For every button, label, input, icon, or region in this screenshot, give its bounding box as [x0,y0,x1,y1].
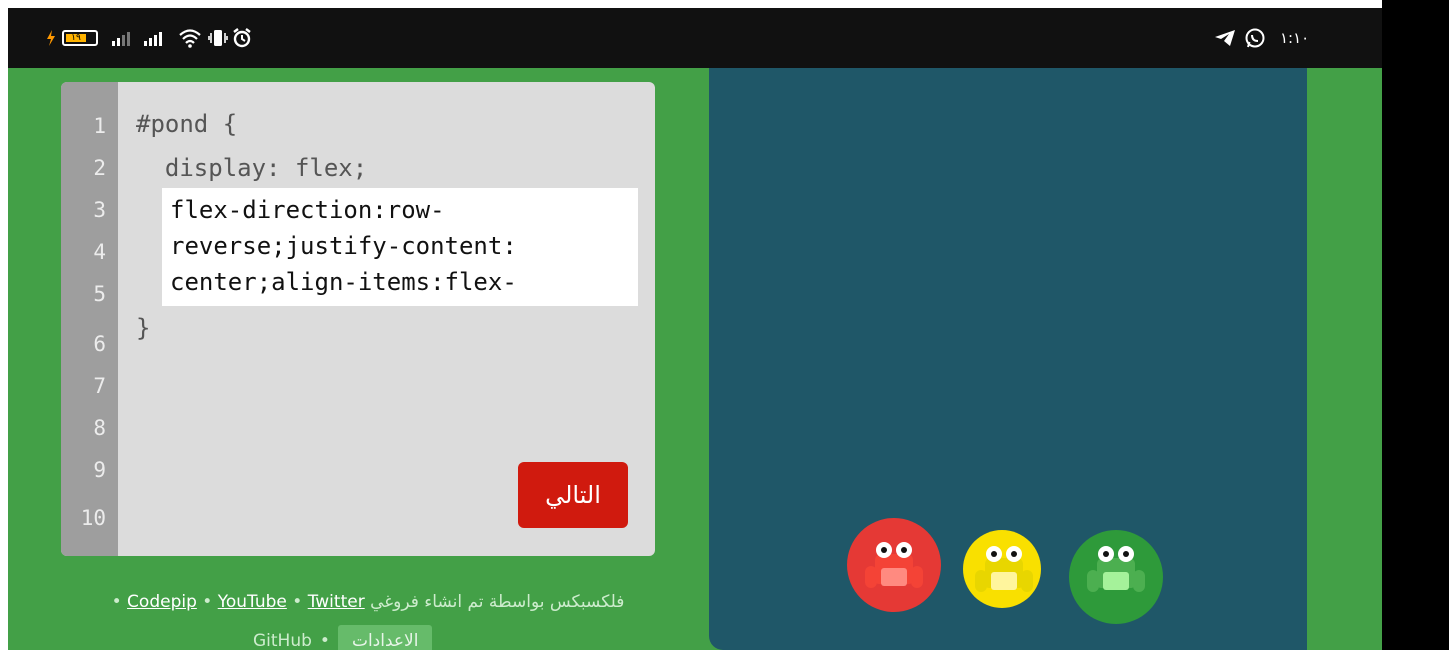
twitter-link[interactable]: Twitter [308,592,365,612]
vibrate-icon [208,26,228,50]
telegram-icon [1214,26,1236,50]
frog-yellow [971,544,1037,600]
frog-eye [896,542,912,558]
line-number: 6 [93,332,106,356]
settings-button[interactable]: الاعدادات [337,625,433,650]
frog-eye [876,542,892,558]
signal-icon-2 [144,26,162,50]
frog-belly [1103,572,1129,590]
separator: • [292,592,303,612]
frog-belly [991,572,1017,590]
alarm-icon [232,26,252,50]
next-button[interactable]: التالي [518,462,628,528]
footer-credits: فلكسبكس بواسطة تم انشاء فروغي Codepip • … [68,592,668,612]
whatsapp-icon [1244,26,1266,50]
footer-credit-text: فلكسبكس بواسطة [488,592,625,612]
signal-icon [112,26,130,50]
footer-links: GitHub • الاعدادات [253,625,433,650]
line-number: 2 [93,156,106,180]
frog-eye [1098,546,1114,562]
line-number: 9 [93,458,106,482]
line-number: 4 [93,240,106,264]
line-number: 8 [93,416,106,440]
pond [709,68,1307,650]
youtube-link[interactable]: YouTube [218,592,287,612]
line-number-gutter: 1 2 3 4 5 6 7 8 9 10 [61,82,118,556]
charging-icon [46,26,56,50]
codepip-link[interactable]: Codepip [127,592,197,612]
frog-eye [986,546,1002,562]
clock: ١:١٠ [1280,29,1310,47]
battery-level: ١٩ [66,34,86,43]
line-number: 1 [93,114,106,138]
github-link[interactable]: GitHub [253,631,312,650]
screen-edge [1382,0,1449,650]
code-pond-selector: #pond { [136,110,238,138]
wifi-icon [178,26,202,50]
line-number: 10 [80,506,106,530]
code-editor: 1 2 3 4 5 6 7 8 9 10 #pond { display: fl… [61,82,655,556]
separator: • [319,631,330,650]
separator: • [202,592,213,612]
app-screen: ١٩ ١:١٠ 1 2 3 4 5 6 7 8 9 10 #pond {dis… [8,8,1382,650]
status-bar: ١٩ ١:١٠ [8,8,1382,68]
line-number: 7 [93,374,106,398]
frog-red [861,540,927,596]
css-input[interactable] [162,188,638,306]
separator: • [111,592,122,612]
frog-green [1083,544,1149,600]
line-number: 3 [93,198,106,222]
battery-icon: ١٩ [62,26,98,50]
code-close-brace: } [136,314,151,342]
frog-belly [881,568,907,586]
frog-eye [1118,546,1134,562]
frog-eye [1006,546,1022,562]
footer-created-text: تم انشاء فروغي [370,592,484,612]
code-display-flex: display: flex; [136,154,368,182]
line-number: 5 [93,282,106,306]
